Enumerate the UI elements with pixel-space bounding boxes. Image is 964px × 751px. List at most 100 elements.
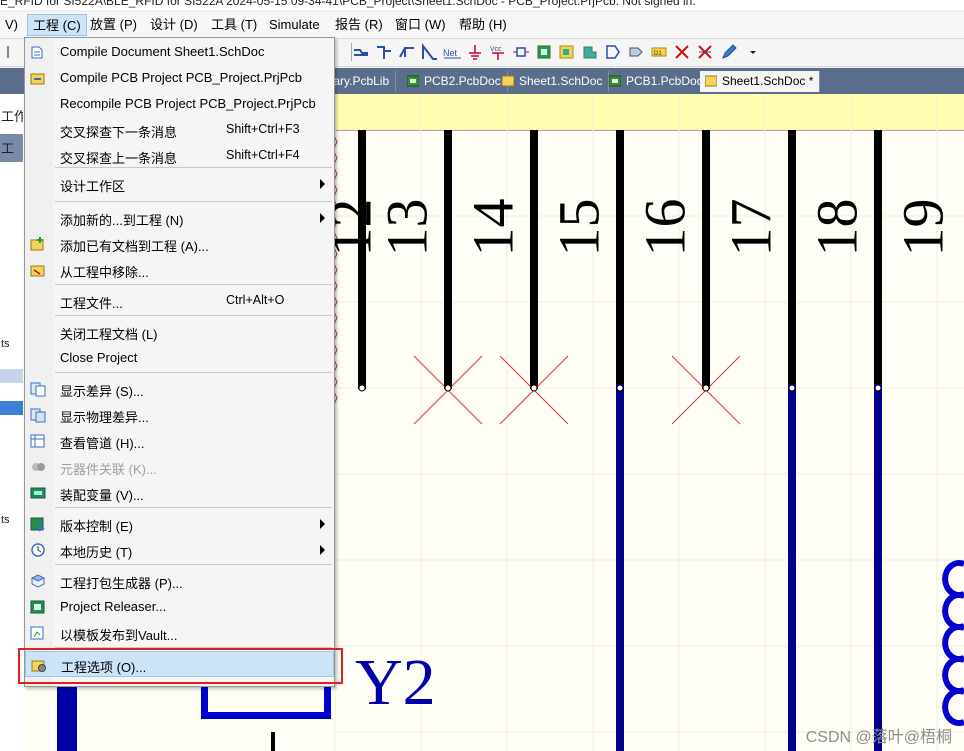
off-sheet-connector-icon[interactable]	[627, 43, 645, 61]
harness-icon[interactable]	[420, 43, 438, 61]
menu-item-add-existing-to-project[interactable]: 添加已有文档到工程 (A)...	[25, 231, 334, 257]
wire-icon[interactable]	[352, 43, 370, 61]
menu-item-shortcut: Ctrl+Alt+O	[226, 293, 285, 307]
watermark: CSDN @落叶@梧桐	[805, 729, 952, 746]
menu-view[interactable]: V)	[0, 14, 23, 36]
device-sheet-icon[interactable]	[581, 43, 599, 61]
port-icon[interactable]	[604, 43, 622, 61]
submenu-arrow-icon	[320, 519, 325, 529]
pen-icon[interactable]	[720, 43, 738, 61]
tab-pcb1[interactable]: PCB1.PcbDoc	[604, 71, 710, 92]
menu-item-label: 交叉探查上一条消息	[60, 151, 178, 166]
menu-item-label: Project Releaser...	[60, 599, 167, 614]
pin-number-label: 13	[374, 198, 440, 257]
history-icon	[31, 543, 45, 557]
tab-pcb2[interactable]: PCB2.PcbDoc	[402, 71, 508, 92]
menu-tools[interactable]: 工具 (T)	[206, 14, 262, 36]
tab-sheet1[interactable]: Sheet1.SchDoc	[497, 71, 610, 92]
menu-window[interactable]: 窗口 (W)	[390, 14, 451, 36]
menu-item-show-differences[interactable]: 显示差异 (S)...	[25, 376, 334, 402]
sheet-symbol-icon[interactable]	[535, 43, 553, 61]
pin-number-label: 18	[804, 198, 870, 257]
pin-end	[444, 384, 452, 392]
toolbar-grip-icon[interactable]	[0, 43, 18, 61]
menu-help[interactable]: 帮助 (H)	[454, 14, 512, 36]
menu-item-label: 以模板发布到Vault...	[60, 628, 178, 643]
menu-reports[interactable]: 报告 (R)	[330, 14, 388, 36]
menu-item-add-new-to-project[interactable]: 添加新的...到工程 (N)	[25, 205, 334, 231]
ground-icon[interactable]	[466, 43, 484, 61]
menu-item-label: 元器件关联 (K)...	[60, 462, 157, 477]
menu-separator	[55, 564, 332, 565]
menu-item-version-control[interactable]: 版本控制 (E)	[25, 511, 334, 537]
menu-item-project-packager[interactable]: 工程打包生成器 (P)...	[25, 568, 334, 594]
window-title: E_RFID for SI522A\BLE_RFID for SI522A 20…	[0, 0, 696, 8]
submenu-arrow-icon	[320, 179, 325, 189]
inductor-coil	[942, 592, 964, 630]
pin-end	[874, 384, 882, 392]
tab-label: PCB1.PcbDoc	[626, 74, 703, 88]
menu-item-label: 查看管道 (H)...	[60, 436, 145, 451]
pcb-doc-icon	[609, 75, 621, 87]
menu-item-label: 工程打包生成器 (P)...	[60, 576, 183, 591]
menu-item-project-files[interactable]: 工程文件... Ctrl+Alt+O	[25, 288, 334, 314]
menu-item-label: 装配变量 (V)...	[60, 488, 144, 503]
component-designator: Y2	[355, 646, 436, 719]
variant-icon	[30, 487, 46, 499]
panel-row-selected[interactable]	[0, 401, 23, 415]
bus-entry-icon[interactable]	[398, 43, 416, 61]
submenu-arrow-icon	[320, 545, 325, 555]
menu-item-close-project-documents[interactable]: 关闭工程文档 (L)	[25, 319, 334, 345]
chevron-down-icon[interactable]	[744, 43, 762, 61]
pcb-doc-icon	[407, 75, 419, 87]
no-erc-icon[interactable]	[673, 43, 691, 61]
component-link-icon	[32, 463, 45, 471]
highlight-annotation-box	[18, 648, 343, 684]
inductor-coil	[942, 560, 964, 598]
schematic-part-edge	[57, 679, 77, 751]
menu-item-design-workspace[interactable]: 设计工作区	[25, 171, 334, 197]
menu-item-cross-probe-prev[interactable]: 交叉探查上一条消息 Shift+Ctrl+F4	[25, 143, 334, 169]
vcc-icon[interactable]: Vcc	[489, 43, 507, 61]
menu-separator	[55, 507, 332, 508]
bus-icon[interactable]	[375, 43, 393, 61]
menu-item-project-releaser[interactable]: Project Releaser...	[25, 594, 334, 620]
channel-icon	[30, 434, 45, 448]
menu-item-remove-from-project[interactable]: 从工程中移除...	[25, 257, 334, 283]
physical-diff-icon	[30, 408, 46, 423]
menu-item-compile-document[interactable]: Compile Document Sheet1.SchDoc	[25, 39, 334, 65]
pin-number-label: 14	[460, 198, 526, 257]
part-icon[interactable]	[512, 43, 530, 61]
menu-item-publish-to-vault[interactable]: 以模板发布到Vault...	[25, 620, 334, 646]
schematic-doc-icon	[502, 75, 514, 87]
menu-design[interactable]: 设计 (D)	[145, 14, 203, 36]
pin-number-label: 17	[718, 198, 784, 257]
menu-item-show-physical-differences[interactable]: 显示物理差异...	[25, 402, 334, 428]
directive-icon[interactable]: D1	[650, 43, 668, 61]
menu-item-variants[interactable]: 装配变量 (V)...	[25, 480, 334, 506]
pin-number-label: 15	[546, 198, 612, 257]
menu-item-label: 从工程中移除...	[60, 265, 149, 280]
menu-place[interactable]: 放置 (P)	[85, 14, 142, 36]
menu-item-cross-probe-next[interactable]: 交叉探查下一条消息 Shift+Ctrl+F3	[25, 117, 334, 143]
menu-item-compile-project[interactable]: Compile PCB Project PCB_Project.PrjPcb	[25, 65, 334, 91]
menu-project[interactable]: 工程 (C)	[27, 14, 87, 36]
menu-item-close-project[interactable]: Close Project	[25, 345, 334, 371]
panel-row-highlight	[0, 369, 23, 383]
menu-item-label: 显示差异 (S)...	[60, 384, 144, 399]
net-label-icon[interactable]: Net	[443, 43, 463, 61]
menu-simulate[interactable]: Simulate	[264, 14, 325, 36]
menu-item-local-history[interactable]: 本地历史 (T)	[25, 537, 334, 563]
menu-item-label: 设计工作区	[60, 179, 126, 194]
menu-item-view-channels[interactable]: 查看管道 (H)...	[25, 428, 334, 454]
sheet-entry-icon[interactable]	[558, 43, 576, 61]
tab-label: PCB2.PcbDoc	[424, 74, 501, 88]
tab-label: Sheet1.SchDoc	[519, 74, 603, 88]
menu-item-recompile-project[interactable]: Recompile PCB Project PCB_Project.PrjPcb	[25, 91, 334, 117]
schematic-doc-icon	[705, 75, 717, 87]
tab-sheet1-active[interactable]: Sheet1.SchDoc *	[700, 71, 821, 92]
panel-label: 工	[1, 141, 15, 156]
pin-end	[702, 384, 710, 392]
no-erc-generic-icon[interactable]	[696, 43, 714, 61]
menu-item-component-links[interactable]: 元器件关联 (K)...	[25, 454, 334, 480]
